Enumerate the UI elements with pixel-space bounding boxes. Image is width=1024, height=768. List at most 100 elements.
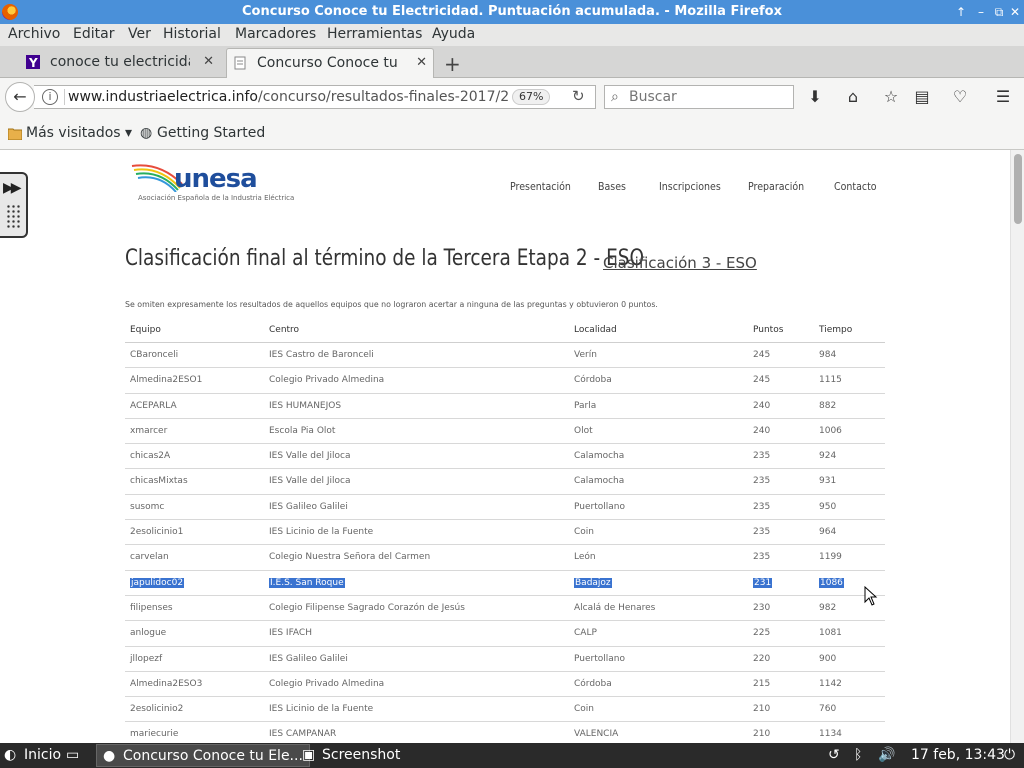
download-icon[interactable]: ⬇ (804, 86, 826, 108)
table-row: filipenses Colegio Filipense Sagrado Cora… (125, 596, 885, 622)
cell-localidad: Puertollano (574, 653, 625, 664)
tab-bar: Y conoce tu electricida... ✕ Concurso Co… (0, 46, 1024, 78)
cell-puntos: 235 (753, 552, 771, 563)
pocket-icon[interactable]: ♡ (949, 86, 971, 108)
cell-localidad: Verín (574, 350, 597, 360)
window-up-icon[interactable]: ↑ (952, 3, 970, 21)
header-puntos: Puntos (753, 325, 784, 335)
vertical-scrollbar[interactable] (1010, 150, 1024, 743)
table-row: xmarcer Escola Pia Olot Olot 240 1006 (125, 419, 885, 445)
start-icon[interactable]: ◐ (4, 747, 16, 763)
bookmark-getting-started[interactable]: Getting Started (157, 125, 265, 141)
screenshot-task-icon: ▣ (302, 747, 316, 763)
show-desktop-icon[interactable]: ▭ (66, 747, 79, 763)
bookmark-most-visited[interactable]: Más visitados ▾ (26, 125, 132, 141)
search-box[interactable]: ⌕ (604, 85, 794, 109)
unesa-logo[interactable]: unesa Asociación Española de la Industri… (130, 162, 294, 204)
tab-concurso[interactable]: Concurso Conoce tu ... ✕ (226, 48, 434, 78)
site-nav-preparacion[interactable]: Preparación (748, 180, 804, 193)
table-row: 2esolicinio2 IES Licinio de la Fuente Coin… (125, 697, 885, 723)
cell-localidad: León (574, 552, 596, 563)
bookmarks-bar: Más visitados ▾ ◍ Getting Started (0, 116, 1024, 150)
hamburger-menu-icon[interactable]: ☰ (992, 86, 1014, 108)
bluetooth-icon[interactable]: ᛒ (854, 747, 862, 763)
cell-puntos: 210 (753, 704, 771, 715)
volume-icon[interactable]: 🔊 (878, 747, 895, 763)
search-input[interactable] (629, 88, 789, 106)
table-header: Equipo Centro Localidad Puntos Tiempo (125, 318, 885, 343)
close-window-icon[interactable]: ✕ (1006, 3, 1024, 21)
page-content: ▶▶ unesa Asociación Española de la Indus… (0, 150, 1010, 743)
minimize-icon[interactable]: – (972, 3, 990, 21)
clasificacion-3-link[interactable]: Clasificación 3 - ESO (603, 254, 757, 272)
new-tab-icon[interactable]: + (444, 52, 461, 76)
navigation-bar: i www.industriaelectrica.info/concurso/r… (0, 78, 1024, 116)
cell-puntos: 231 (753, 577, 773, 588)
site-nav-presentacion[interactable]: Presentación (510, 180, 571, 193)
clock[interactable]: 17 feb, 13:43 (911, 747, 1005, 763)
svg-text:Y: Y (28, 56, 38, 69)
yahoo-icon: Y (26, 55, 40, 69)
taskbar-task-firefox[interactable]: ● Concurso Conoce tu Ele... (96, 744, 310, 767)
cell-puntos: 240 (753, 425, 771, 436)
site-nav-contacto[interactable]: Contacto (834, 180, 877, 193)
reading-list-icon[interactable]: ▤ (911, 86, 933, 108)
menu-ayuda[interactable]: Ayuda (432, 26, 475, 42)
tab-yahoo[interactable]: Y conoce tu electricida... ✕ (20, 48, 220, 78)
table-row: Almedina2ESO1 Colegio Privado Almedina Cór… (125, 368, 885, 394)
menu-editar[interactable]: Editar (73, 26, 114, 42)
close-tab-icon[interactable]: ✕ (416, 55, 427, 70)
menu-archivo[interactable]: Archivo (8, 26, 60, 42)
menu-ver[interactable]: Ver (128, 26, 151, 42)
back-icon[interactable]: ← (5, 82, 35, 112)
cell-localidad: Coin (574, 704, 594, 715)
close-tab-icon[interactable]: ✕ (203, 54, 214, 69)
cell-tiempo: 982 (819, 602, 837, 613)
results-table: Equipo Centro Localidad Puntos Tiempo CB… (125, 318, 885, 743)
table-row: CBaronceli IES Castro de Baronceli Verín 24… (125, 343, 885, 369)
cell-centro: IES Valle del Jiloca (269, 476, 351, 487)
cell-centro: Colegio Privado Almedina (269, 375, 385, 386)
update-icon[interactable]: ↺ (828, 747, 840, 763)
site-nav-inscripciones[interactable]: Inscripciones (659, 180, 721, 193)
results-note: Se omiten expresamente los resultados de… (125, 300, 658, 309)
start-button[interactable]: Inicio (24, 747, 61, 763)
cell-puntos: 220 (753, 653, 771, 664)
menu-marcadores[interactable]: Marcadores (235, 26, 316, 42)
cell-tiempo: 1142 (819, 678, 842, 689)
tab-label: conoce tu electricida... (50, 54, 190, 70)
info-icon[interactable]: i (42, 89, 58, 105)
cell-puntos: 210 (753, 729, 771, 740)
scrollbar-thumb[interactable] (1014, 154, 1022, 224)
window-title: Concurso Conoce tu Electricidad. Puntuac… (242, 4, 782, 19)
menu-historial[interactable]: Historial (163, 26, 221, 42)
home-icon[interactable]: ⌂ (842, 86, 864, 108)
site-nav-bases[interactable]: Bases (598, 180, 626, 193)
cell-equipo: chicasMixtas (130, 476, 188, 487)
cell-localidad: Alcalá de Henares (574, 602, 656, 613)
cell-localidad: Calamocha (574, 476, 625, 487)
power-icon[interactable]: ⏻ (1004, 747, 1015, 763)
grid-icon (6, 204, 20, 230)
table-row: jllopezf IES Galileo Galilei Puertollano 22… (125, 647, 885, 672)
cell-equipo: filipenses (130, 602, 173, 613)
menu-bar: Archivo Editar Ver Historial Marcadores … (0, 24, 1024, 46)
sidebar-handle[interactable]: ▶▶ (0, 172, 28, 238)
task-label: Concurso Conoce tu Ele... (123, 748, 303, 764)
reload-icon[interactable]: ↻ (572, 87, 585, 105)
url-text[interactable]: www.industriaelectrica.info/concurso/res… (68, 89, 509, 105)
cell-equipo: Almedina2ESO3 (130, 678, 203, 689)
cell-localidad: Coin (574, 527, 594, 538)
zoom-indicator[interactable]: 67% (512, 89, 551, 105)
cell-equipo: CBaronceli (130, 350, 179, 360)
cell-equipo: xmarcer (130, 425, 168, 436)
cell-puntos: 225 (753, 628, 771, 639)
cell-tiempo: 1199 (819, 552, 842, 563)
bookmark-star-icon[interactable]: ☆ (880, 86, 902, 108)
cell-centro: IES Valle del Jiloca (269, 451, 351, 462)
url-bar[interactable]: i www.industriaelectrica.info/concurso/r… (34, 85, 596, 109)
globe-icon: ◍ (140, 125, 153, 141)
taskbar-task-screenshot[interactable]: ▣ Screenshot (296, 744, 406, 767)
cell-puntos: 215 (753, 678, 771, 689)
menu-herramientas[interactable]: Herramientas (327, 26, 422, 42)
